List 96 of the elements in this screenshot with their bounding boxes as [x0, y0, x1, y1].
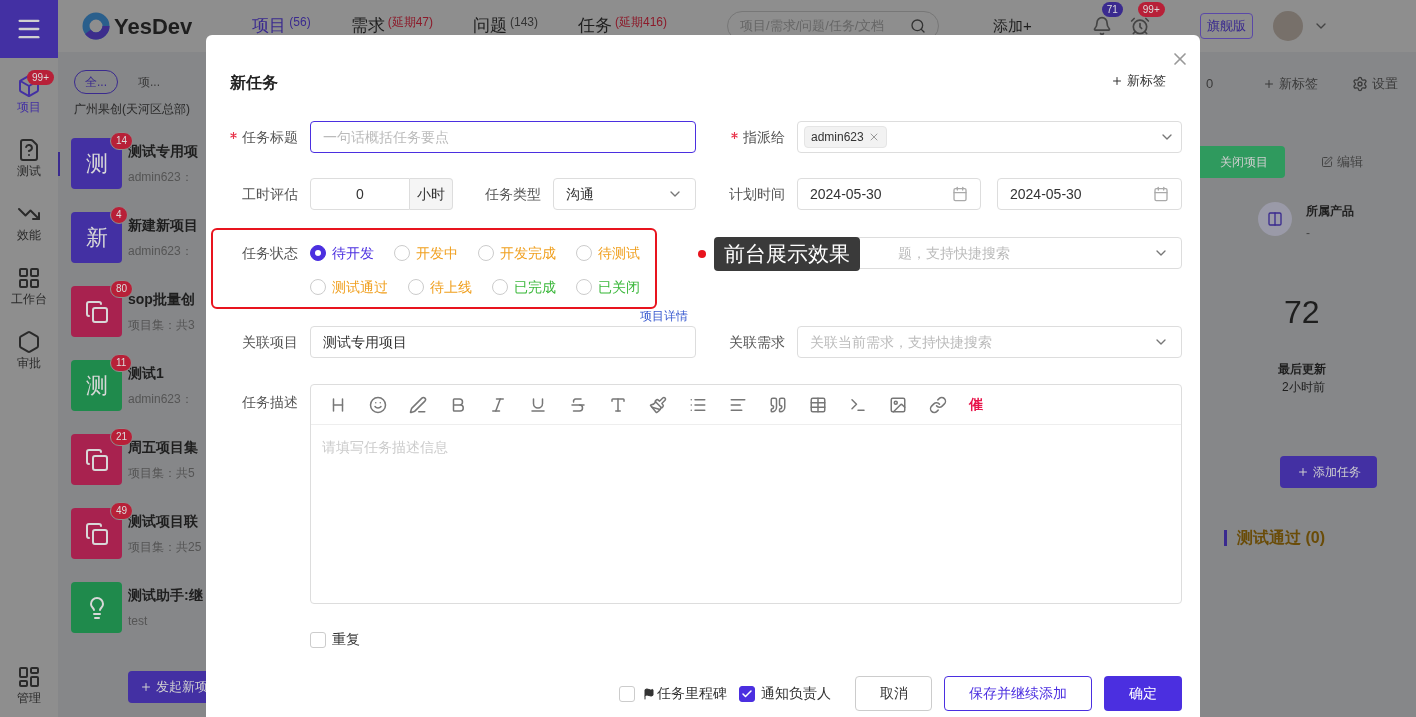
checkbox-label: 重复 [332, 630, 360, 649]
count-badge: 99+ [27, 70, 54, 85]
smile-icon[interactable] [369, 395, 387, 414]
plus-icon [1111, 74, 1123, 87]
rail-item[interactable]: 效能 [0, 196, 58, 250]
edition-badge: 旗舰版 [1199, 13, 1253, 39]
field-label: 任务标题 [242, 127, 298, 147]
rail-item[interactable]: 管理 [17, 665, 41, 707]
italic-icon[interactable] [489, 395, 507, 414]
add-menu[interactable]: 添加+ [993, 14, 1032, 38]
clock-icon[interactable] [1129, 16, 1150, 36]
count-badge: 71 [1101, 2, 1123, 17]
grid-icon [17, 266, 41, 290]
stack-icon [84, 521, 109, 546]
close-project-button[interactable]: 关闭项目 [1200, 146, 1285, 178]
plus-icon [1263, 78, 1276, 90]
rail-item[interactable]: 审批 [0, 324, 58, 378]
cancel-button[interactable]: 取消 [855, 676, 932, 711]
rail-item[interactable]: 测试 [0, 132, 58, 186]
image-icon[interactable] [889, 395, 907, 414]
status-radio[interactable]: 已完成 [492, 277, 556, 297]
check-icon [741, 687, 753, 700]
product-value: - [1306, 225, 1311, 242]
field-label: 任务描述 [242, 392, 298, 412]
quote-icon[interactable] [769, 395, 787, 414]
dialog-title: 新任务 [230, 73, 278, 93]
hours-field[interactable]: 0 [310, 178, 410, 210]
edit-link[interactable]: 编辑 [1321, 152, 1363, 172]
text-size-icon[interactable] [609, 395, 627, 414]
new-tag-link[interactable]: 新标签 [1111, 71, 1166, 91]
link-icon[interactable] [929, 395, 947, 414]
status-radio[interactable]: 已关闭 [576, 277, 640, 297]
field-label: 任务类型 [485, 184, 541, 204]
assignee-select[interactable]: admin623 [797, 121, 1182, 153]
question-file-icon [17, 138, 41, 162]
hexagon-icon [17, 330, 41, 354]
stack-icon [84, 447, 109, 472]
add-task-button[interactable]: 添加任务 [1280, 456, 1377, 488]
total-count: 72 [1284, 293, 1321, 332]
count-badge: 99+ [1137, 2, 1165, 17]
plus-icon [140, 681, 152, 693]
stack-icon [84, 299, 109, 324]
unit-addon: 小时 [410, 178, 453, 210]
checkbox-label: 通知负责人 [761, 684, 831, 703]
date-field[interactable]: 2024-05-30 [797, 178, 981, 210]
project-detail-link[interactable]: 项目详情 [640, 307, 688, 325]
checkbox[interactable] [739, 685, 755, 702]
date-field[interactable]: 2024-05-30 [997, 178, 1182, 210]
filter-chip[interactable]: 项... [128, 71, 171, 93]
plus-icon [1296, 466, 1309, 478]
logo-text: YesDev [114, 12, 193, 41]
calendar-icon [952, 186, 968, 202]
confirm-button[interactable]: 确定 [1104, 676, 1182, 711]
annotation-tooltip: 前台展示效果 [714, 237, 860, 271]
product-icon [1258, 202, 1292, 236]
dashboard-icon [17, 665, 41, 689]
settings-link[interactable]: 设置 [1352, 74, 1399, 94]
table-icon[interactable] [809, 395, 827, 414]
count-text: 0 [1206, 75, 1214, 94]
product-label: 所属产品 [1306, 203, 1354, 220]
task-type-select[interactable]: 沟通 [553, 178, 696, 210]
underline-icon[interactable] [529, 395, 547, 414]
settings-icon [1352, 76, 1369, 92]
field-label: 工时评估 [242, 184, 298, 204]
rail-item[interactable]: 项目 99+ [0, 68, 58, 122]
rail-item[interactable]: 工作台 [0, 260, 58, 314]
flag-icon [643, 687, 655, 700]
updated-value: 2小时前 [1282, 379, 1326, 396]
project-title: 新建新项目 [128, 216, 198, 235]
project-avatar[interactable] [71, 582, 122, 633]
field-label: 关联需求 [729, 332, 785, 352]
updated-label: 最后更新 [1278, 361, 1327, 378]
logo-icon [82, 12, 110, 40]
project-title: 测试助手:继 [128, 586, 203, 605]
field-label: 计划时间 [729, 184, 785, 204]
column-title: 测试通过 (0) [1237, 528, 1325, 548]
search-icon [910, 18, 926, 34]
field-label: 指派给 [743, 127, 785, 147]
count-badge: 4 [110, 206, 128, 224]
field-label: 任务状态 [242, 243, 298, 263]
checkbox-label: 任务里程碑 [657, 684, 727, 703]
brush-icon[interactable] [649, 395, 667, 414]
bell-icon[interactable] [1091, 16, 1112, 36]
breadcrumb: 广州果创(天河区总部) [73, 101, 191, 118]
calendar-icon [1153, 186, 1169, 202]
project-field[interactable]: 测试专用项目 [310, 326, 696, 358]
pen-icon[interactable] [409, 395, 427, 414]
title-field[interactable]: 一句话概括任务要点 [310, 121, 696, 153]
urge-tool[interactable]: 催 [969, 394, 983, 415]
save-continue-button[interactable]: 保存并继续添加 [944, 676, 1092, 711]
strikethrough-icon[interactable] [569, 395, 587, 414]
new-tag-link[interactable]: 新标签 [1263, 74, 1319, 94]
menu-button[interactable] [0, 0, 58, 58]
field-label: 关联项目 [242, 332, 298, 352]
edit-icon [1321, 156, 1333, 168]
status-radio[interactable]: 待开发 [310, 243, 374, 263]
